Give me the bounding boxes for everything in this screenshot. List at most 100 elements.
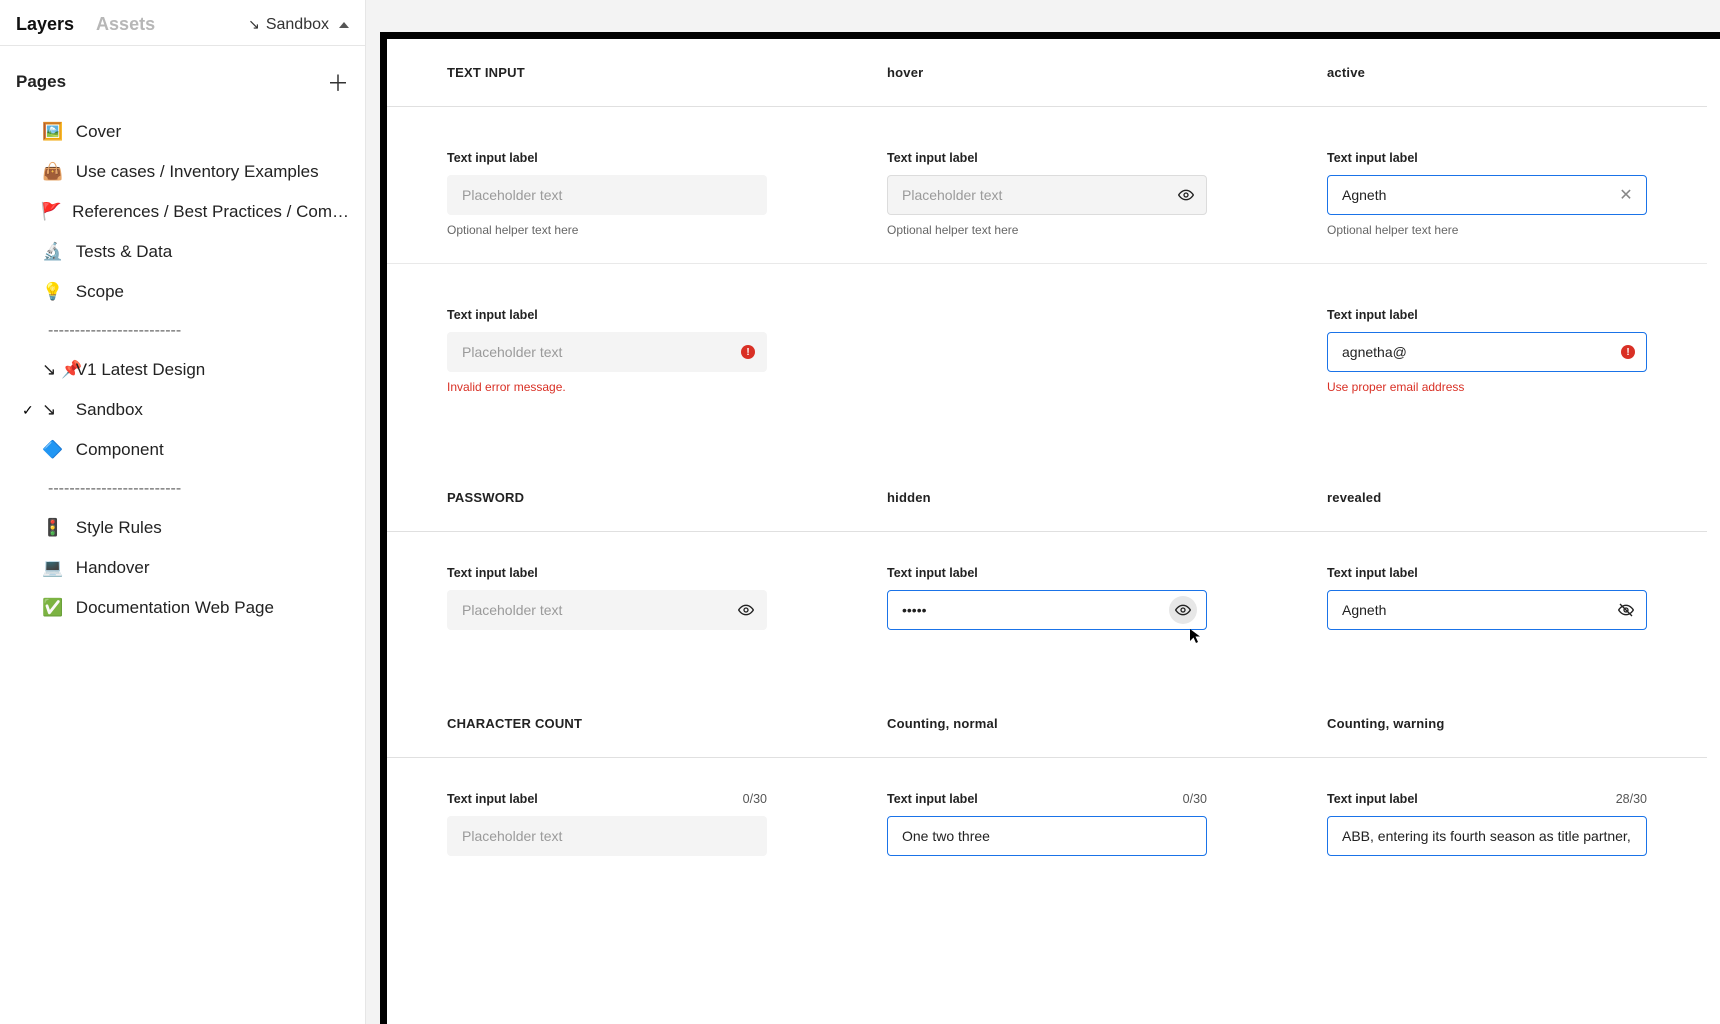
page-item-label: Documentation Web Page xyxy=(76,598,274,618)
input-label: Text input label xyxy=(1327,308,1647,322)
error-icon: ! xyxy=(1621,345,1635,359)
page-item-label: Scope xyxy=(76,282,124,302)
eye-off-icon[interactable] xyxy=(1615,599,1637,621)
page-emoji-icon: ↘ 📌 xyxy=(42,360,66,380)
file-switcher-label: Sandbox xyxy=(266,16,329,34)
section-heading-counting-warning: Counting, warning xyxy=(1327,716,1647,731)
password-default[interactable] xyxy=(447,590,767,630)
pages-heading: Pages xyxy=(16,72,66,92)
page-item-label: Cover xyxy=(76,122,121,142)
page-item-label: Handover xyxy=(76,558,150,578)
input-label: Text input label xyxy=(887,151,1207,165)
input-label: Text input label xyxy=(447,792,538,806)
helper-text: Optional helper text here xyxy=(447,223,767,237)
charcount-warning[interactable] xyxy=(1327,816,1647,856)
page-item-label: ------------------------- xyxy=(48,480,181,498)
add-page-button[interactable]: ＋ xyxy=(327,66,349,98)
error-text: Use proper email address xyxy=(1327,380,1647,394)
page-item-tests[interactable]: 🔬 Tests & Data xyxy=(0,232,365,272)
tab-layers[interactable]: Layers xyxy=(16,14,74,35)
section-heading-password: PASSWORD xyxy=(447,490,767,505)
text-input-default[interactable] xyxy=(447,175,767,215)
error-icon: ! xyxy=(741,345,755,359)
chevron-up-icon xyxy=(339,22,349,28)
panel-tabs: Layers Assets ↘ Sandbox xyxy=(0,0,365,45)
frame[interactable]: TEXT INPUT hover active Text input label… xyxy=(380,32,1720,1024)
section-heading-active: active xyxy=(1327,65,1647,80)
text-input-hover[interactable] xyxy=(887,175,1207,215)
frame-content: TEXT INPUT hover active Text input label… xyxy=(387,39,1720,1024)
section-heading-counting-normal: Counting, normal xyxy=(887,716,1207,731)
diagonal-arrow-icon: ↘ xyxy=(248,16,260,33)
page-item-scope[interactable]: 💡 Scope xyxy=(0,272,365,312)
page-item-label: V1 Latest Design xyxy=(76,360,205,380)
clear-icon[interactable]: ✕ xyxy=(1615,184,1637,206)
input-label: Text input label xyxy=(447,566,767,580)
section-heading-revealed: revealed xyxy=(1327,490,1647,505)
page-item-handover[interactable]: 💻 Handover xyxy=(0,548,365,588)
page-item-label: Sandbox xyxy=(76,400,143,420)
password-hidden[interactable] xyxy=(887,590,1207,630)
input-label: Text input label xyxy=(1327,151,1647,165)
page-emoji-icon: ✅ xyxy=(42,598,66,618)
pages-section: Pages ＋ 🖼️ Cover 👜 Use cases / Inventory E… xyxy=(0,45,365,642)
page-list: 🖼️Cover 👜Use cases / Inventory Examples … xyxy=(0,112,365,636)
input-label: Text input label xyxy=(1327,792,1418,806)
page-item-component[interactable]: 🔷 Component xyxy=(0,430,365,470)
page-item-divider[interactable]: ------------------------- xyxy=(0,470,365,508)
character-counter: 0/30 xyxy=(743,792,767,806)
page-emoji-icon: 🚦 xyxy=(42,518,66,538)
input-label: Text input label xyxy=(447,151,767,165)
canvas[interactable]: TEXT INPUT hover active Text input label… xyxy=(366,0,1720,1024)
text-input-error-active[interactable] xyxy=(1327,332,1647,372)
character-counter: 0/30 xyxy=(1183,792,1207,806)
text-input-error[interactable] xyxy=(447,332,767,372)
error-text: Invalid error message. xyxy=(447,380,767,394)
section-heading-hidden: hidden xyxy=(887,490,1207,505)
page-item-label: References / Best Practices / Com… xyxy=(72,202,349,222)
page-emoji-icon: 🔷 xyxy=(42,440,66,460)
input-label: Text input label xyxy=(1327,566,1647,580)
page-item-divider[interactable]: ------------------------- xyxy=(0,312,365,350)
page-item-label: Component xyxy=(76,440,164,460)
page-item-label: ------------------------- xyxy=(48,322,181,340)
page-item-style-rules[interactable]: 🚦 Style Rules xyxy=(0,508,365,548)
check-icon: ✓ xyxy=(22,402,36,419)
eye-icon[interactable] xyxy=(1175,184,1197,206)
page-item-docs[interactable]: ✅ Documentation Web Page xyxy=(0,588,365,628)
section-heading-text-input: TEXT INPUT xyxy=(447,65,767,80)
page-item-v1-design[interactable]: ↘ 📌 V1 Latest Design xyxy=(0,350,365,390)
file-switcher[interactable]: ↘ Sandbox xyxy=(248,16,349,34)
page-emoji-icon: ↘ xyxy=(42,400,66,420)
section-heading-hover: hover xyxy=(887,65,1207,80)
page-item-label: Style Rules xyxy=(76,518,162,538)
page-item-cover[interactable]: 🖼️ Cover xyxy=(0,112,365,152)
charcount-normal[interactable] xyxy=(887,816,1207,856)
page-item-sandbox[interactable]: ✓ ↘ Sandbox xyxy=(0,390,365,430)
helper-text: Optional helper text here xyxy=(1327,223,1647,237)
tab-assets[interactable]: Assets xyxy=(96,14,155,35)
text-input-active[interactable] xyxy=(1327,175,1647,215)
input-label: Text input label xyxy=(887,566,1207,580)
password-revealed[interactable] xyxy=(1327,590,1647,630)
left-panel: Layers Assets ↘ Sandbox Pages ＋ 🖼️ Cover … xyxy=(0,0,366,1024)
page-emoji-icon: 💡 xyxy=(42,282,66,302)
page-emoji-icon: 👜 xyxy=(42,162,66,182)
charcount-default[interactable] xyxy=(447,816,767,856)
character-counter: 28/30 xyxy=(1616,792,1647,806)
eye-icon[interactable] xyxy=(1169,596,1197,624)
helper-text: Optional helper text here xyxy=(887,223,1207,237)
input-label: Text input label xyxy=(447,308,767,322)
input-label: Text input label xyxy=(887,792,978,806)
cursor-icon xyxy=(1189,628,1205,644)
page-item-usecases[interactable]: 👜 Use cases / Inventory Examples xyxy=(0,152,365,192)
page-emoji-icon: 🚩 xyxy=(41,202,63,222)
page-item-references[interactable]: 🚩 References / Best Practices / Com… xyxy=(0,192,365,232)
page-item-label: Tests & Data xyxy=(76,242,172,262)
page-emoji-icon: 🔬 xyxy=(42,242,66,262)
page-emoji-icon: 💻 xyxy=(42,558,66,578)
eye-icon[interactable] xyxy=(735,599,757,621)
page-item-label: Use cases / Inventory Examples xyxy=(76,162,319,182)
section-heading-charcount: CHARACTER COUNT xyxy=(447,716,767,731)
page-emoji-icon: 🖼️ xyxy=(42,122,66,142)
